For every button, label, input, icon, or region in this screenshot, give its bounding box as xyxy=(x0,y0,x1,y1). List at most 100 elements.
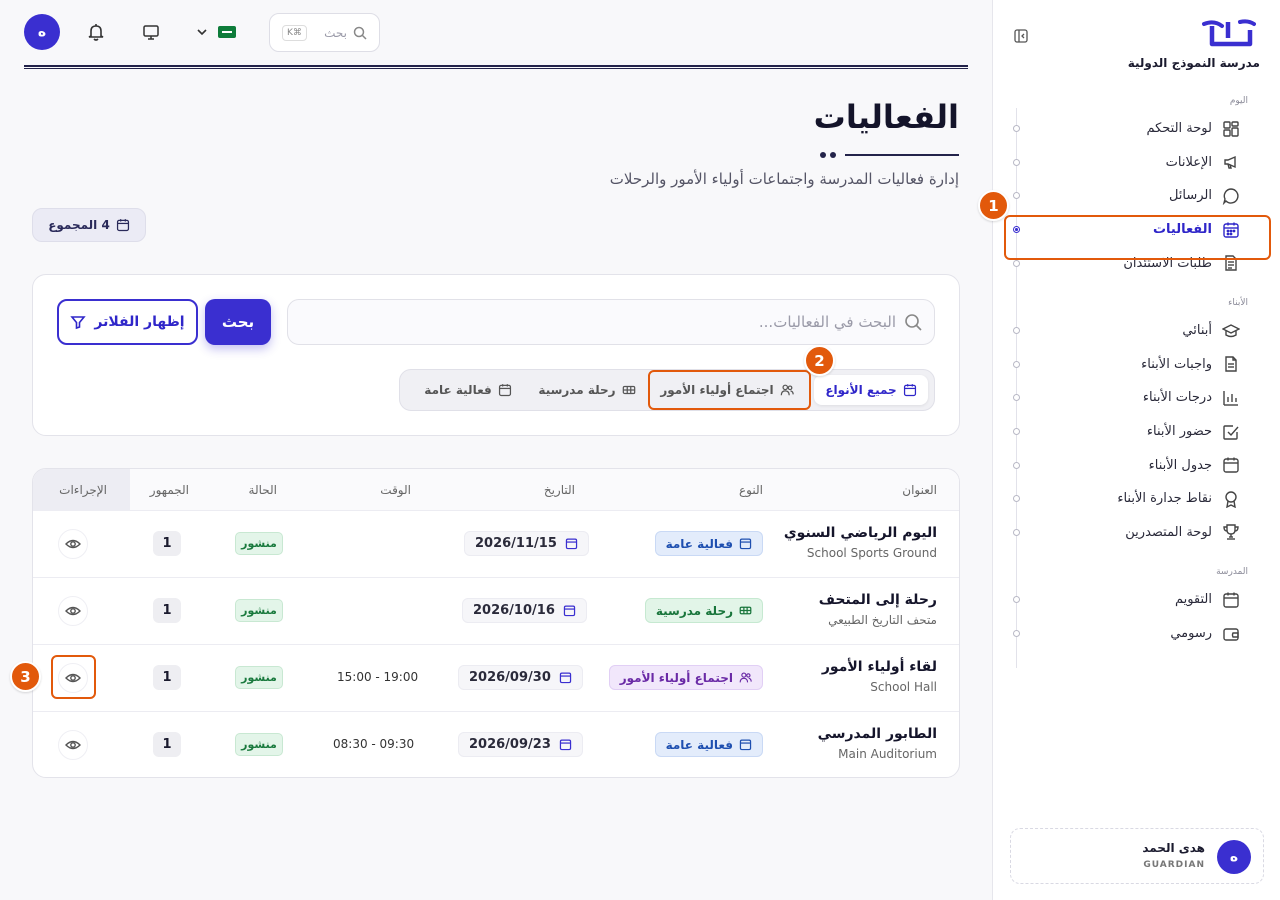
sidebar-item-children-attendance[interactable]: حضور الأبناء xyxy=(993,415,1280,449)
sidebar-item-my-fees[interactable]: رسومي xyxy=(993,617,1280,651)
sidebar-item-dot xyxy=(1013,528,1020,536)
bus-icon xyxy=(622,385,635,395)
sidebar-item-label: الإعلانات xyxy=(1165,154,1212,170)
sidebar-item-leaderboard[interactable]: لوحة المتصدرين xyxy=(993,516,1280,550)
search-button[interactable]: بحث xyxy=(205,299,271,345)
calendar-icon xyxy=(563,605,576,617)
header-audience: الجمهور xyxy=(149,483,189,497)
type-label: رحلة مدرسية xyxy=(655,603,733,618)
table-row[interactable]: لقاء أولياء الأمور School Hall اجتماع أو… xyxy=(33,645,959,712)
show-filters-button[interactable]: إظهار الفلاتر xyxy=(57,299,198,345)
tab-public-event[interactable]: فعالية عامة xyxy=(414,375,522,405)
sidebar-collapse-icon[interactable] xyxy=(1013,28,1029,44)
event-location: Main Auditorium xyxy=(838,747,937,761)
bar-chart-icon xyxy=(1222,389,1240,407)
file-icon xyxy=(1222,355,1240,373)
highlight-view-button xyxy=(51,655,96,699)
sidebar-item-dot xyxy=(1013,125,1020,133)
sidebar-item-children-grades[interactable]: درجات الأبناء xyxy=(993,381,1280,415)
sidebar-item-children-homework[interactable]: واجبات الأبناء xyxy=(993,348,1280,382)
date-badge: 2026/10/16 xyxy=(462,598,587,623)
calendar-icon xyxy=(1222,591,1240,609)
type-label: فعالية عامة xyxy=(665,737,733,752)
sidebar-item-label: لوحة المتصدرين xyxy=(1125,524,1212,540)
table-row[interactable]: اليوم الرياضي السنوي School Sports Groun… xyxy=(33,511,959,578)
event-location: School Sports Ground xyxy=(806,546,937,560)
sidebar-item-dot xyxy=(1013,394,1020,402)
section-today-label: اليوم xyxy=(1229,96,1248,106)
event-location: School Hall xyxy=(870,680,937,694)
status-badge: منشور xyxy=(235,666,283,689)
chat-icon xyxy=(1222,187,1240,205)
sidebar-item-children-schedule[interactable]: جدول الأبناء xyxy=(993,448,1280,482)
calendar-icon xyxy=(559,739,572,751)
sidebar-item-dot xyxy=(1013,259,1020,267)
tab-all-types[interactable]: جميع الأنواع xyxy=(814,375,928,405)
filter-icon xyxy=(70,316,87,330)
avatar[interactable]: ه xyxy=(24,14,60,50)
eye-icon xyxy=(65,740,81,750)
bell-icon[interactable] xyxy=(86,22,106,42)
date-badge: 2026/09/23 xyxy=(458,732,583,757)
tab-school-trip[interactable]: رحلة مدرسية xyxy=(532,375,642,405)
user-name: هدى الحمد xyxy=(1142,841,1205,855)
sidebar-item-my-children[interactable]: أبنائي xyxy=(993,314,1280,348)
calendar-icon xyxy=(739,739,752,751)
event-title: رحلة إلى المتحف xyxy=(818,592,937,608)
user-card[interactable]: ه هدى الحمد GUARDIAN xyxy=(1010,828,1264,884)
audience-count: 1 xyxy=(153,665,181,690)
tab-label: رحلة مدرسية xyxy=(538,383,616,397)
tab-label: جميع الأنواع xyxy=(825,383,897,397)
sidebar-item-label: نقاط جدارة الأبناء xyxy=(1117,491,1212,507)
calendar-icon xyxy=(498,384,511,397)
sidebar: مدرسة النموذج الدولية اليوم لوحة التحكم … xyxy=(992,0,1280,900)
wallet-icon xyxy=(1222,625,1240,643)
sidebar-item-dot xyxy=(1013,158,1020,166)
status-badge: منشور xyxy=(235,733,283,756)
event-location: متحف التاريخ الطبيعي xyxy=(828,613,937,627)
topbar: ه K⌘ بحث xyxy=(24,0,968,66)
table-row[interactable]: الطابور المدرسي Main Auditorium فعالية ع… xyxy=(33,712,959,777)
sidebar-item-dashboard[interactable]: لوحة التحكم xyxy=(993,112,1280,146)
view-button[interactable] xyxy=(58,529,88,559)
type-badge: اجتماع أولياء الأمور xyxy=(608,665,763,690)
view-button[interactable] xyxy=(58,596,88,626)
sidebar-item-children-merit[interactable]: نقاط جدارة الأبناء xyxy=(993,482,1280,516)
monitor-icon[interactable] xyxy=(142,23,160,41)
view-button[interactable] xyxy=(58,730,88,760)
sidebar-item-label: أبنائي xyxy=(1182,323,1212,339)
users-icon xyxy=(739,672,752,683)
callout-marker: 1 xyxy=(978,190,1009,221)
search-icon xyxy=(905,314,922,331)
highlight-events-nav xyxy=(1004,215,1271,260)
type-badge: رحلة مدرسية xyxy=(644,598,763,623)
language-selector[interactable] xyxy=(196,20,244,44)
event-date: 2026/11/15 xyxy=(475,536,557,551)
sidebar-item-label: درجات الأبناء xyxy=(1142,390,1212,406)
status-badge: منشور xyxy=(235,532,283,555)
search-icon xyxy=(353,26,367,40)
bus-icon xyxy=(739,606,752,615)
event-title: لقاء أولياء الأمور xyxy=(821,659,937,675)
eye-icon xyxy=(65,539,81,549)
check-square-icon xyxy=(1222,423,1240,441)
global-search[interactable]: K⌘ بحث xyxy=(269,13,380,52)
events-search-input[interactable]: البحث في الفعاليات... xyxy=(287,299,935,345)
sidebar-item-calendar[interactable]: التقويم xyxy=(993,583,1280,617)
page-subtitle: إدارة فعاليات المدرسة واجتماعات أولياء ا… xyxy=(609,170,959,188)
sidebar-item-announcements[interactable]: الإعلانات xyxy=(993,146,1280,180)
header-type: النوع xyxy=(739,483,763,497)
avatar: ه xyxy=(1217,840,1251,874)
calendar-icon xyxy=(559,672,572,684)
event-title: اليوم الرياضي السنوي xyxy=(783,525,937,541)
header-time: الوقت xyxy=(380,483,411,497)
sidebar-item-dot xyxy=(1013,360,1020,368)
sidebar-item-label: الرسائل xyxy=(1168,188,1212,204)
highlight-parent-meeting-tab xyxy=(648,370,811,410)
sidebar-item-messages[interactable]: الرسائل xyxy=(993,179,1280,213)
sidebar-item-label: جدول الأبناء xyxy=(1148,457,1212,473)
type-badge: فعالية عامة xyxy=(654,531,763,556)
calendar-icon xyxy=(565,538,578,550)
megaphone-icon xyxy=(1222,153,1240,171)
table-row[interactable]: رحلة إلى المتحف متحف التاريخ الطبيعي رحل… xyxy=(33,578,959,645)
